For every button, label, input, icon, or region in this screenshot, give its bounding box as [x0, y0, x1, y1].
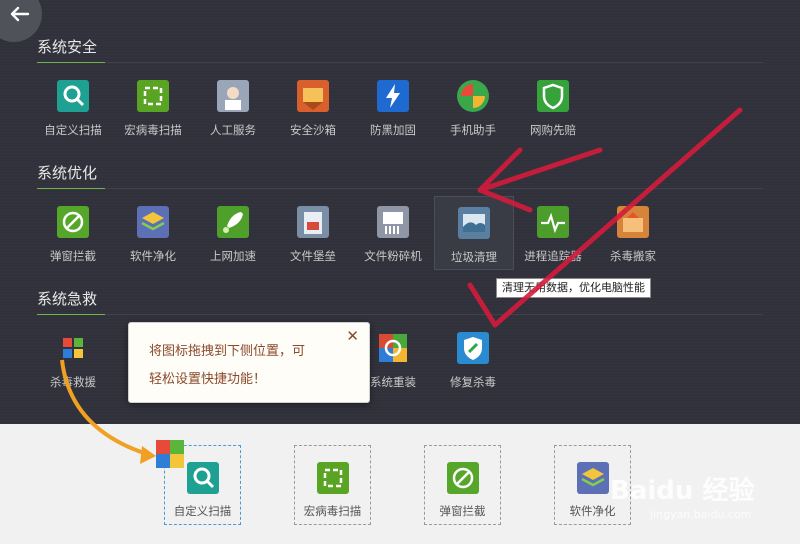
scan-icon: [317, 462, 349, 494]
shortcut-slot[interactable]: 弹窗拦截: [424, 445, 501, 525]
tool-label: 杀毒搬家: [610, 249, 656, 263]
tool-label: 宏病毒扫描: [124, 123, 182, 137]
tool-net-boost[interactable]: 上网加速: [194, 206, 272, 270]
tool-repair-av[interactable]: 修复杀毒: [434, 332, 512, 396]
tool-software-clean[interactable]: 软件净化: [114, 206, 192, 270]
tool-popup-block[interactable]: 弹窗拦截: [34, 206, 112, 270]
shredder-icon: [377, 206, 409, 238]
doctor-icon: [217, 80, 249, 112]
watermark-url: jingyan.baidu.com: [650, 508, 752, 521]
tool-av-rescue[interactable]: 杀毒救援: [34, 332, 112, 396]
section-title-security: 系统安全: [37, 38, 98, 56]
repair-icon: [457, 332, 489, 364]
back-arrow-icon: [10, 6, 30, 22]
tool-label: 进程追踪器: [524, 249, 582, 263]
tool-manual-service[interactable]: 人工服务: [194, 80, 272, 144]
tool-file-vault[interactable]: 文件堡垒: [274, 206, 352, 270]
windows-icon: [57, 332, 89, 364]
phone-ball-icon: [457, 80, 489, 112]
drag-hint-popup: 将图标拖拽到下侧位置，可 轻松设置快捷功能！ ✕: [128, 322, 370, 403]
tool-phone-assistant[interactable]: 手机助手: [434, 80, 512, 144]
tool-sandbox[interactable]: 安全沙箱: [274, 80, 352, 144]
file-vault-icon: [297, 206, 329, 238]
tool-label: 防黑加固: [370, 123, 416, 137]
block-popup-icon: [447, 462, 479, 494]
rocket-icon: [217, 206, 249, 238]
cleanup-icon: [458, 207, 490, 239]
tool-label: 手机助手: [450, 123, 496, 137]
tool-process-tracker[interactable]: 进程追踪器: [514, 206, 592, 270]
lightning-icon: [377, 80, 409, 112]
watermark-logo: Baidu 经验: [610, 476, 755, 506]
tool-label: 上网加速: [210, 249, 256, 263]
tool-macro-virus-scan[interactable]: 宏病毒扫描: [114, 80, 192, 144]
scan-icon: [137, 80, 169, 112]
layers-icon: [137, 206, 169, 238]
back-button[interactable]: [0, 0, 42, 42]
tool-label: 杀毒救援: [50, 375, 96, 389]
close-icon[interactable]: ✕: [346, 327, 359, 345]
tooltip: 清理无用数据，优化电脑性能: [496, 278, 651, 298]
tool-anti-hack[interactable]: 防黑加固: [354, 80, 432, 144]
hint-text: 将图标拖拽到下侧位置，可: [149, 344, 306, 359]
tool-label: 自定义扫描: [44, 123, 102, 137]
shortcut-label: 宏病毒扫描: [303, 504, 362, 518]
magnifier-icon: [187, 462, 219, 494]
tool-junk-cleanup[interactable]: 垃圾清理: [434, 196, 514, 270]
tool-label: 弹窗拦截: [50, 249, 96, 263]
move-icon: [617, 206, 649, 238]
tool-label: 文件粉碎机: [364, 249, 422, 263]
tool-label: 软件净化: [130, 249, 176, 263]
tool-label: 垃圾清理: [451, 250, 497, 264]
shortcut-label: 弹窗拦截: [439, 504, 486, 518]
section-divider: [37, 62, 763, 63]
reinstall-icon: [377, 332, 409, 364]
tool-custom-scan[interactable]: 自定义扫描: [34, 80, 112, 144]
tool-label: 文件堡垒: [290, 249, 336, 263]
pulse-icon: [537, 206, 569, 238]
tools-panel: 系统安全 自定义扫描 宏病毒扫描 人工服务 安全沙箱 防黑加固 手机助手 网购先…: [0, 0, 800, 424]
tool-label: 安全沙箱: [290, 123, 336, 137]
shortcut-slot[interactable]: 宏病毒扫描: [294, 445, 371, 525]
tool-label: 网购先赔: [530, 123, 576, 137]
tool-shopping-guard[interactable]: 网购先赔: [514, 80, 592, 144]
tool-av-migrate[interactable]: 杀毒搬家: [594, 206, 672, 270]
block-popup-icon: [57, 206, 89, 238]
magnifier-icon: [57, 80, 89, 112]
shield-icon: [537, 80, 569, 112]
section-title-rescue: 系统急救: [37, 290, 98, 308]
section-divider: [37, 188, 763, 189]
tool-label: 人工服务: [210, 123, 256, 137]
sandbox-icon: [297, 80, 329, 112]
layers-icon: [577, 462, 609, 494]
shortcut-slot[interactable]: 自定义扫描: [164, 445, 241, 525]
shortcut-label: 自定义扫描: [173, 504, 232, 518]
section-title-optimize: 系统优化: [37, 164, 98, 182]
tool-label: 修复杀毒: [450, 375, 496, 389]
section-divider: [37, 314, 763, 315]
hint-text: 轻松设置快捷功能！: [149, 372, 267, 387]
tool-file-shredder[interactable]: 文件粉碎机: [354, 206, 432, 270]
